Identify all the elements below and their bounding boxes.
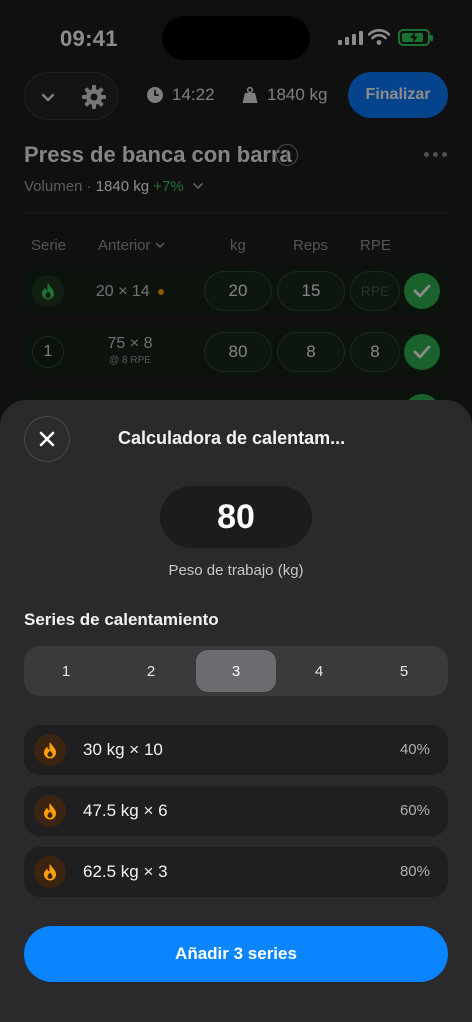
flame-icon <box>34 795 66 827</box>
segment-1[interactable]: 1 <box>27 650 105 692</box>
warmup-section-title: Series de calentamiento <box>24 610 219 629</box>
warmup-set-label: 62.5 kg × 3 <box>83 862 168 881</box>
list-item: 47.5 kg × 6 60% <box>24 786 448 836</box>
sheet-title: Calculadora de calentam... <box>118 428 346 448</box>
warmup-calculator-sheet: Calculadora de calentam... 80 Peso de tr… <box>0 400 472 1022</box>
segment-4[interactable]: 4 <box>280 650 358 692</box>
warmup-set-label: 30 kg × 10 <box>83 740 163 759</box>
warmup-set-percent: 60% <box>399 802 430 819</box>
list-item: 62.5 kg × 3 80% <box>24 847 448 897</box>
working-weight-label: Peso de trabajo (kg) <box>168 562 304 579</box>
segment-3[interactable]: 3 <box>196 650 276 692</box>
warmup-set-percent: 40% <box>399 741 430 758</box>
close-icon <box>39 431 55 447</box>
flame-icon <box>34 856 66 888</box>
working-weight-input[interactable]: 80 <box>160 486 312 548</box>
close-button[interactable] <box>24 416 70 462</box>
warmup-count-selector: 1 2 3 4 5 <box>24 646 448 696</box>
flame-icon <box>34 734 66 766</box>
add-warmup-sets-button[interactable]: Añadir 3 series <box>24 926 448 982</box>
segment-2[interactable]: 2 <box>112 650 190 692</box>
warmup-set-percent: 80% <box>399 863 430 880</box>
segment-5[interactable]: 5 <box>365 650 443 692</box>
list-item: 30 kg × 10 40% <box>24 725 448 775</box>
warmup-set-label: 47.5 kg × 6 <box>83 801 168 820</box>
